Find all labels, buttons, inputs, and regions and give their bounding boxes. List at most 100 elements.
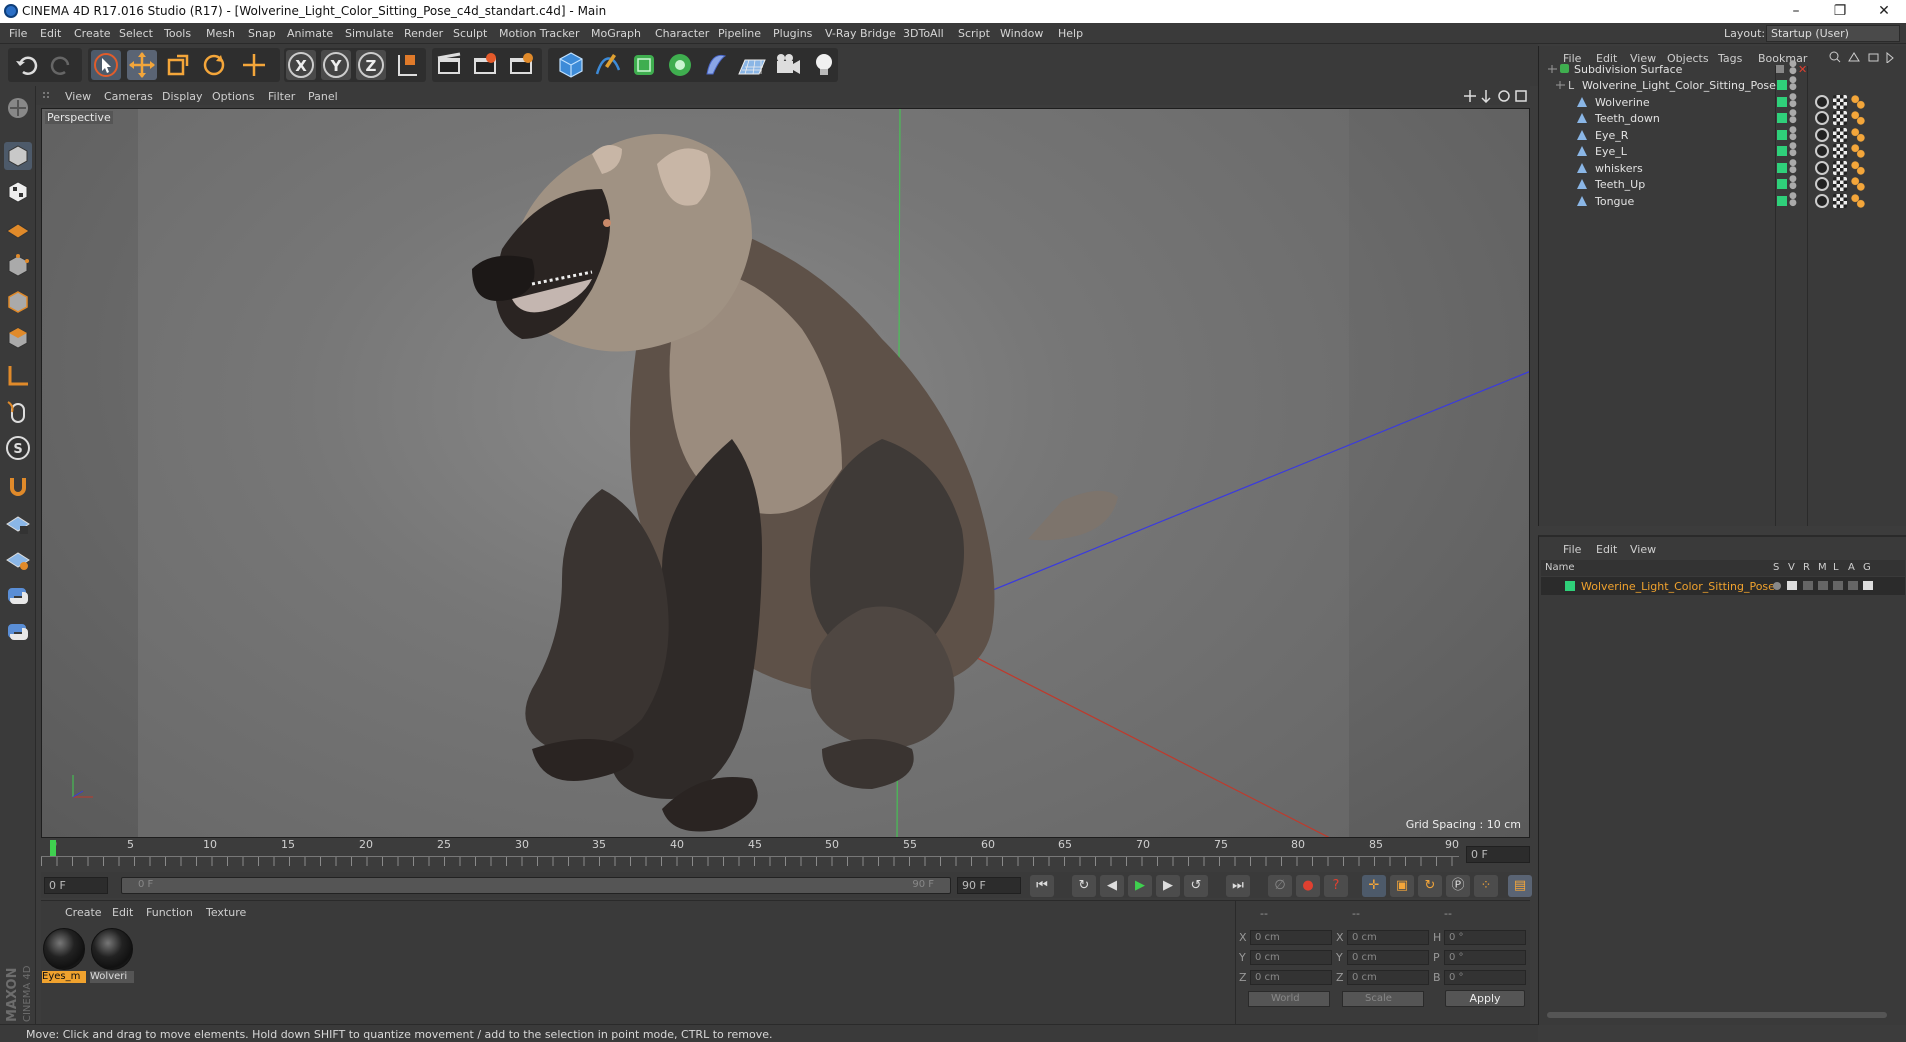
layer-color-icon[interactable] bbox=[1777, 97, 1787, 107]
apply-button[interactable]: Apply bbox=[1445, 990, 1525, 1007]
menu-snap[interactable]: Snap bbox=[248, 27, 276, 40]
restore-button[interactable]: ❐ bbox=[1818, 0, 1862, 23]
menu-motion-tracker[interactable]: Motion Tracker bbox=[499, 27, 579, 40]
viewport-menu-cameras[interactable]: Cameras bbox=[104, 90, 153, 103]
model-mode-icon[interactable] bbox=[4, 142, 32, 170]
current-frame-field[interactable]: 0 F bbox=[1466, 846, 1530, 863]
playhead[interactable] bbox=[50, 840, 56, 856]
layer-color-icon[interactable] bbox=[1777, 163, 1787, 173]
planar-workplane-icon[interactable] bbox=[4, 546, 32, 574]
menu-character[interactable]: Character bbox=[655, 27, 709, 40]
go-to-end-icon[interactable]: ⏭ bbox=[1226, 875, 1250, 897]
timeline-ruler[interactable]: 0 5 10 15 20 25 30 35 40 45 50 55 60 65 … bbox=[41, 838, 1530, 872]
rotate-tool-icon[interactable] bbox=[199, 50, 229, 80]
pen-spline-icon[interactable] bbox=[593, 50, 623, 80]
texture-tag-icon[interactable] bbox=[1833, 95, 1847, 109]
phong-tag-icon[interactable] bbox=[1815, 161, 1829, 175]
record-active-icon[interactable]: ● bbox=[1296, 875, 1320, 897]
tweak-mode-icon[interactable] bbox=[4, 398, 32, 426]
phong-tag-icon[interactable] bbox=[1815, 177, 1829, 191]
selection-tag-icon[interactable] bbox=[1851, 111, 1865, 125]
menu-script[interactable]: Script bbox=[958, 27, 990, 40]
rot-b-field[interactable]: 0 ° bbox=[1444, 970, 1526, 985]
viewport-menu-panel[interactable]: Panel bbox=[308, 90, 338, 103]
subdivision-surface-icon[interactable] bbox=[629, 50, 659, 80]
render-view-icon[interactable] bbox=[434, 50, 464, 80]
layers-menu-edit[interactable]: Edit bbox=[1596, 543, 1617, 556]
minimize-button[interactable]: – bbox=[1774, 0, 1818, 23]
go-to-start-icon[interactable]: ⏮ bbox=[1030, 875, 1054, 897]
texture-tag-icon[interactable] bbox=[1833, 144, 1847, 158]
menu-simulate[interactable]: Simulate bbox=[345, 27, 394, 40]
manager-toggle-icon[interactable] bbox=[1818, 581, 1828, 590]
pos-z-field[interactable]: 0 cm bbox=[1250, 970, 1332, 985]
floor-scene-icon[interactable] bbox=[737, 50, 767, 80]
material-swatch[interactable]: Wolveri bbox=[90, 927, 134, 983]
live-selection-icon[interactable] bbox=[91, 50, 121, 80]
record-rotation-icon[interactable]: ↻ bbox=[1418, 875, 1442, 897]
step-back-icon[interactable]: ◀ bbox=[1100, 875, 1124, 897]
viewport-menu-display[interactable]: Display bbox=[162, 90, 203, 103]
selection-tag-icon[interactable] bbox=[1851, 161, 1865, 175]
scale-tool-icon[interactable] bbox=[163, 50, 193, 80]
texture-tag-icon[interactable] bbox=[1833, 111, 1847, 125]
coordinate-space-select[interactable]: World bbox=[1248, 991, 1330, 1007]
play-icon[interactable]: ▶ bbox=[1128, 875, 1152, 897]
move-tool-icon[interactable] bbox=[127, 50, 157, 80]
menu-mograph[interactable]: MoGraph bbox=[591, 27, 641, 40]
end-frame-field[interactable]: 90 F bbox=[957, 877, 1021, 894]
pos-y-field[interactable]: 0 cm bbox=[1250, 950, 1332, 965]
size-mode-select[interactable]: Scale bbox=[1342, 991, 1424, 1007]
layout-select[interactable]: Startup (User) bbox=[1766, 25, 1900, 42]
menu-tools[interactable]: Tools bbox=[164, 27, 191, 40]
range-slider[interactable]: 0 F 90 F bbox=[121, 877, 951, 894]
perspective-viewport[interactable]: Perspective Grid Spacing : 10 cm bbox=[41, 108, 1530, 838]
horizontal-scrollbar[interactable] bbox=[1547, 1012, 1887, 1018]
texture-tag-icon[interactable] bbox=[1833, 128, 1847, 142]
menu-file[interactable]: File bbox=[9, 27, 27, 40]
timeline-track[interactable] bbox=[41, 856, 1459, 866]
texture-tag-icon[interactable] bbox=[1833, 161, 1847, 175]
z-axis-icon[interactable]: Z bbox=[356, 50, 386, 80]
record-position-icon[interactable]: ✛ bbox=[1362, 875, 1386, 897]
motion-record-icon[interactable]: ∅ bbox=[1268, 875, 1292, 897]
phong-tag-icon[interactable] bbox=[1815, 128, 1829, 142]
rot-p-field[interactable]: 0 ° bbox=[1444, 950, 1526, 965]
texture-tag-icon[interactable] bbox=[1833, 194, 1847, 208]
material-swatch[interactable]: Eyes_m bbox=[42, 927, 86, 983]
solo-toggle-icon[interactable] bbox=[1773, 582, 1781, 590]
layer-color-icon[interactable] bbox=[1777, 179, 1787, 189]
cloner-icon[interactable] bbox=[665, 50, 695, 80]
close-button[interactable]: ✕ bbox=[1862, 0, 1906, 23]
layers-menu-view[interactable]: View bbox=[1630, 543, 1656, 556]
light-icon[interactable] bbox=[809, 50, 839, 80]
viewport-menu-options[interactable]: Options bbox=[212, 90, 254, 103]
camera-icon[interactable] bbox=[773, 50, 803, 80]
viewport-menu-filter[interactable]: Filter bbox=[268, 90, 295, 103]
menu-help[interactable]: Help bbox=[1058, 27, 1083, 40]
layer-color-icon[interactable] bbox=[1777, 113, 1787, 123]
cube-primitive-icon[interactable] bbox=[556, 50, 586, 80]
layers-menu-file[interactable]: File bbox=[1563, 543, 1581, 556]
coordinate-system-icon[interactable] bbox=[392, 50, 422, 80]
menu-select[interactable]: Select bbox=[119, 27, 153, 40]
snap-icon[interactable] bbox=[4, 472, 32, 500]
material-menu-texture[interactable]: Texture bbox=[206, 906, 246, 919]
layer-color-icon[interactable] bbox=[1777, 146, 1787, 156]
menu-window[interactable]: Window bbox=[1000, 27, 1043, 40]
material-menu-create[interactable]: Create bbox=[65, 906, 102, 919]
material-menu-function[interactable]: Function bbox=[146, 906, 193, 919]
polygons-mode-icon[interactable] bbox=[4, 324, 32, 352]
lock-toggle-icon[interactable] bbox=[1833, 581, 1843, 590]
next-keyframe-icon[interactable]: ↺ bbox=[1184, 875, 1208, 897]
menu-render[interactable]: Render bbox=[404, 27, 443, 40]
menu-sculpt[interactable]: Sculpt bbox=[453, 27, 487, 40]
previous-keyframe-icon[interactable]: ↻ bbox=[1072, 875, 1096, 897]
menu-vray-bridge[interactable]: V-Ray Bridge bbox=[825, 27, 896, 40]
y-axis-icon[interactable]: Y bbox=[321, 50, 351, 80]
phong-tag-icon[interactable] bbox=[1815, 144, 1829, 158]
menu-animate[interactable]: Animate bbox=[287, 27, 333, 40]
selection-tag-icon[interactable] bbox=[1851, 128, 1865, 142]
render-settings-icon[interactable] bbox=[506, 50, 536, 80]
texture-mode-icon[interactable] bbox=[4, 178, 32, 206]
